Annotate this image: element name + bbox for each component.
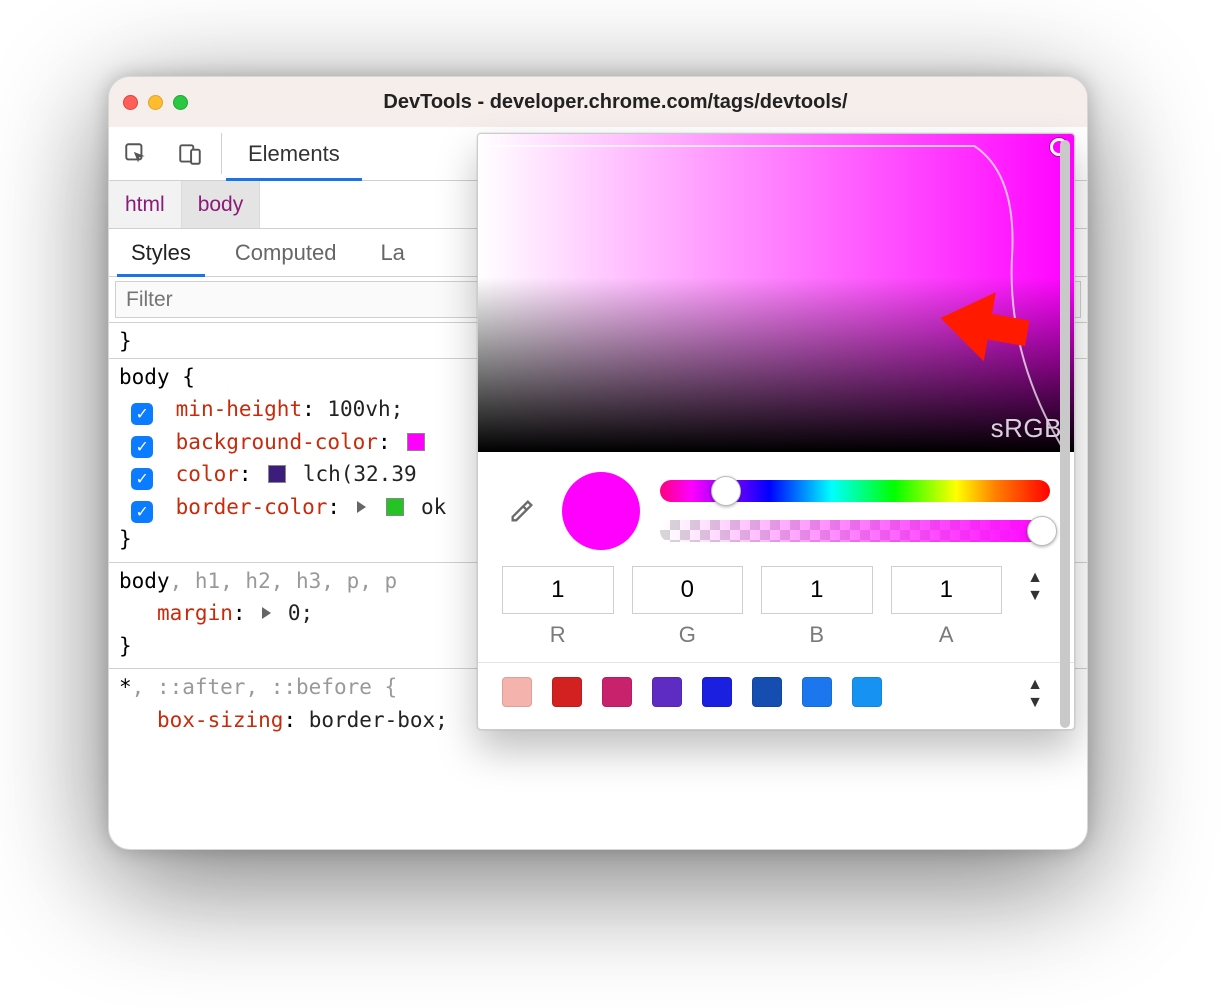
value-b-input[interactable] xyxy=(761,566,873,614)
color-swatch-icon[interactable] xyxy=(268,465,286,483)
palette-swatch[interactable] xyxy=(702,677,732,707)
window-title: DevTools - developer.chrome.com/tags/dev… xyxy=(198,91,1073,114)
value-a-input[interactable] xyxy=(891,566,1003,614)
value-g-input[interactable] xyxy=(632,566,744,614)
toggle-decl-icon[interactable]: ✓ xyxy=(131,468,153,490)
breadcrumb-html[interactable]: html xyxy=(109,181,182,228)
toggle-decl-icon[interactable]: ✓ xyxy=(131,403,153,425)
palette-swatch[interactable] xyxy=(852,677,882,707)
palette-swatch[interactable] xyxy=(602,677,632,707)
tab-elements[interactable]: Elements xyxy=(226,127,362,180)
traffic-lights xyxy=(123,95,188,110)
value-r-input[interactable] xyxy=(502,566,614,614)
color-swatch-icon[interactable] xyxy=(407,433,425,451)
inspect-element-icon[interactable] xyxy=(109,127,163,180)
toggle-decl-icon[interactable]: ✓ xyxy=(131,501,153,523)
device-toggle-icon[interactable] xyxy=(163,127,217,180)
hue-slider[interactable] xyxy=(660,480,1050,502)
gamut-label: sRGB xyxy=(991,413,1062,444)
label-a: A xyxy=(939,622,954,648)
eyedropper-icon[interactable] xyxy=(502,497,542,525)
subtab-layout[interactable]: La xyxy=(358,229,426,276)
popover-scrollbar[interactable] xyxy=(1058,140,1072,723)
current-color-swatch[interactable] xyxy=(562,472,640,550)
palette-swatch[interactable] xyxy=(502,677,532,707)
alpha-slider[interactable] xyxy=(660,520,1050,542)
zoom-window-dot[interactable] xyxy=(173,95,188,110)
close-window-dot[interactable] xyxy=(123,95,138,110)
toggle-decl-icon[interactable]: ✓ xyxy=(131,436,153,458)
palette-swatch[interactable] xyxy=(802,677,832,707)
breadcrumb-body[interactable]: body xyxy=(182,181,261,228)
palette-row: ▲▼ xyxy=(478,662,1074,729)
palette-switch-icon[interactable]: ▲▼ xyxy=(1020,673,1050,711)
label-b: B xyxy=(809,622,824,648)
annotation-arrow-icon xyxy=(920,270,1040,380)
titlebar: DevTools - developer.chrome.com/tags/dev… xyxy=(109,77,1087,127)
cycle-format-icon[interactable]: ▲▼ xyxy=(1020,566,1050,604)
palette-swatch[interactable] xyxy=(552,677,582,707)
minimize-window-dot[interactable] xyxy=(148,95,163,110)
devtools-window: DevTools - developer.chrome.com/tags/dev… xyxy=(108,76,1088,850)
label-g: G xyxy=(679,622,696,648)
expand-shorthand-icon[interactable] xyxy=(262,607,271,619)
expand-shorthand-icon[interactable] xyxy=(357,501,366,513)
subtab-computed[interactable]: Computed xyxy=(213,229,359,276)
palette-swatch[interactable] xyxy=(752,677,782,707)
color-picker-popover: sRGB xyxy=(477,133,1075,730)
label-r: R xyxy=(550,622,566,648)
color-swatch-icon[interactable] xyxy=(386,498,404,516)
subtab-styles[interactable]: Styles xyxy=(109,229,213,276)
palette-swatch[interactable] xyxy=(652,677,682,707)
